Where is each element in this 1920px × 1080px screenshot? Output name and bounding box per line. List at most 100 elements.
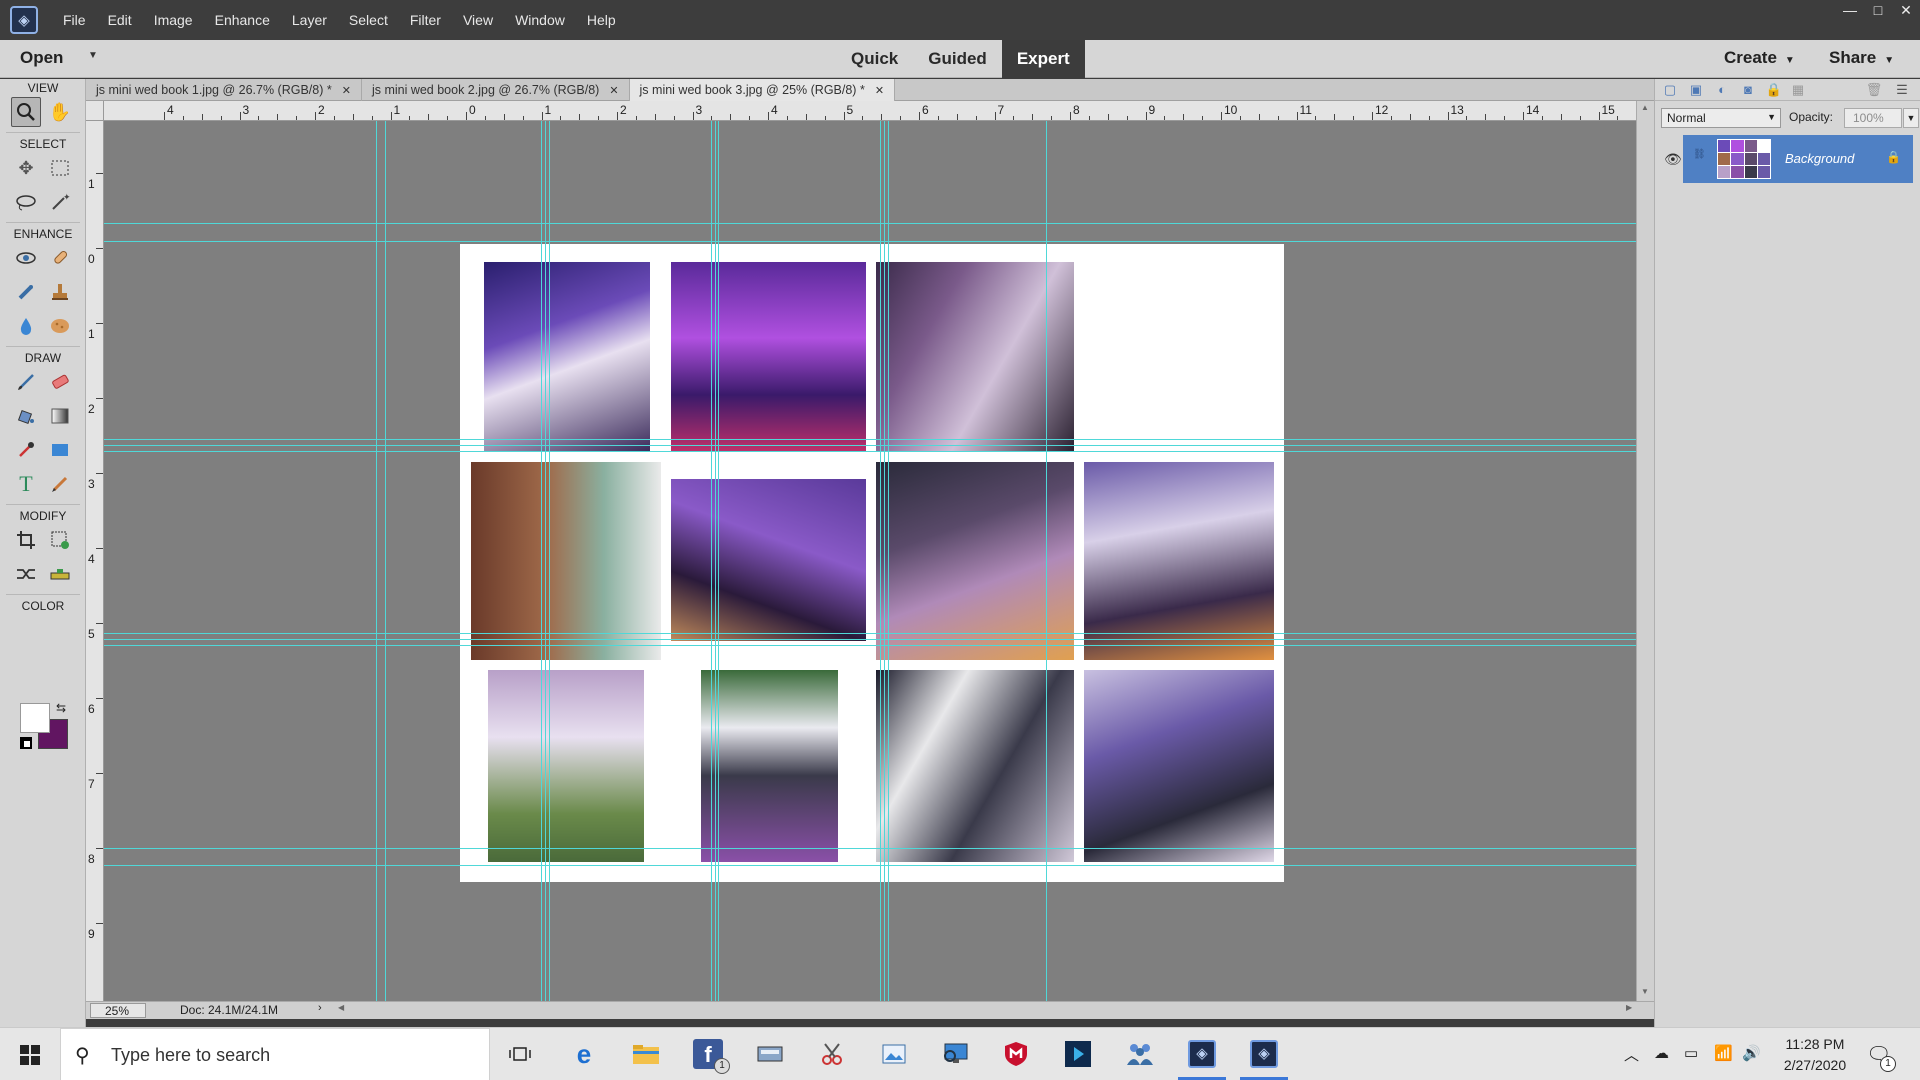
sponge-tool-icon[interactable] (45, 311, 75, 341)
crop-tool-icon[interactable] (11, 525, 41, 555)
photoshop-elements-taskbar-icon-2[interactable]: ◈ (1240, 1036, 1288, 1080)
layer-link-icon[interactable]: ⛓ (1693, 149, 1706, 160)
taskbar-search-input[interactable]: ⚲ Type here to search (60, 1028, 490, 1080)
vertical-guide[interactable] (884, 121, 885, 1001)
vertical-scrollbar[interactable]: ▲ ▼ (1636, 101, 1654, 1001)
mode-tab-expert[interactable]: Expert (1001, 40, 1085, 78)
menu-item-select[interactable]: Select (338, 12, 399, 28)
edge-browser-icon[interactable]: e (566, 1036, 602, 1072)
vertical-guide[interactable] (880, 121, 881, 1001)
opacity-dropdown-icon[interactable]: ▼ (1903, 108, 1919, 128)
vertical-guide[interactable] (545, 121, 546, 1001)
straighten-tool-icon[interactable] (45, 559, 75, 589)
layer-row-background[interactable]: ⛓ Background 🔒 (1683, 135, 1913, 183)
menu-item-file[interactable]: File (52, 12, 97, 28)
rectangle-shape-tool-icon[interactable] (45, 435, 75, 465)
panel-menu-icon[interactable]: ☰ (1893, 82, 1911, 98)
trash-icon[interactable]: 🗑 (1865, 82, 1883, 98)
content-aware-move-tool-icon[interactable] (11, 559, 41, 589)
vertical-guide[interactable] (711, 121, 712, 1001)
document-page[interactable] (460, 244, 1284, 882)
layer-visibility-eye-icon[interactable]: 👁 (1664, 151, 1682, 168)
horizontal-guide[interactable] (104, 451, 1636, 452)
horizontal-guide[interactable] (104, 633, 1636, 634)
new-layer-icon[interactable]: ▢ (1661, 82, 1679, 98)
swap-colors-icon[interactable]: ⇆ (56, 701, 66, 715)
file-explorer-icon[interactable] (628, 1036, 664, 1072)
horizontal-guide[interactable] (104, 445, 1636, 446)
blur-tool-icon[interactable] (11, 311, 41, 341)
close-tab-icon[interactable]: ✕ (342, 85, 351, 97)
eraser-tool-icon[interactable] (45, 367, 75, 397)
taskbar-clock[interactable]: 11:28 PM 2/27/2020 (1760, 1034, 1870, 1076)
volume-icon[interactable]: 🔊 (1742, 1044, 1761, 1062)
wifi-icon[interactable]: 📶 (1714, 1044, 1733, 1062)
lock-all-icon[interactable]: 🔒 (1765, 82, 1783, 98)
menu-item-layer[interactable]: Layer (281, 12, 338, 28)
show-hidden-icons-chevron-icon[interactable]: ︿ (1624, 1044, 1639, 1065)
close-tab-icon[interactable]: ✕ (875, 85, 884, 97)
menu-item-help[interactable]: Help (576, 12, 627, 28)
horizontal-guide[interactable] (104, 223, 1636, 224)
zoom-level-field[interactable]: 25% (90, 1003, 146, 1018)
photos-app-icon[interactable] (876, 1036, 912, 1072)
hand-tool-icon[interactable]: ✋ (45, 97, 75, 127)
horizontal-guide[interactable] (104, 639, 1636, 640)
vertical-ruler[interactable]: 1 0 1 2 3 4 5 6 7 8 9 (86, 121, 104, 1001)
scroll-up-icon[interactable]: ▲ (1641, 103, 1649, 112)
document-tab-3[interactable]: js mini wed book 3.jpg @ 25% (RGB/8) * ✕ (629, 79, 896, 101)
horizontal-guide[interactable] (104, 848, 1636, 849)
type-tool-icon[interactable]: T (11, 469, 41, 499)
menu-item-image[interactable]: Image (143, 12, 204, 28)
horizontal-guide[interactable] (104, 439, 1636, 440)
lasso-tool-icon[interactable] (11, 187, 41, 217)
zoom-tool-icon[interactable] (11, 97, 41, 127)
open-button[interactable]: Open (20, 48, 63, 68)
horizontal-guide[interactable] (104, 241, 1636, 242)
close-button[interactable]: ✕ (1892, 0, 1920, 20)
brush-tool-icon[interactable] (11, 367, 41, 397)
move-tool-icon[interactable]: ✥ (11, 153, 41, 183)
onedrive-cloud-icon[interactable]: ☁ (1654, 1044, 1669, 1062)
mode-tab-quick[interactable]: Quick (836, 40, 913, 78)
default-colors-icon[interactable] (20, 737, 32, 749)
horizontal-guide[interactable] (104, 645, 1636, 646)
layer-mask-icon[interactable]: ◙ (1739, 82, 1757, 98)
vertical-guide[interactable] (718, 121, 719, 1001)
facebook-app-icon[interactable]: f 1 (690, 1036, 730, 1074)
battery-icon[interactable]: ▭ (1684, 1044, 1698, 1062)
horizontal-guide[interactable] (104, 865, 1636, 866)
adjustment-layer-icon[interactable]: ◐ (1713, 82, 1731, 98)
scroll-left-icon[interactable]: ◀ (338, 1003, 344, 1012)
layer-lock-icon[interactable]: 🔒 (1886, 150, 1901, 164)
lock-transparency-icon[interactable]: ▦ (1789, 82, 1807, 98)
clone-stamp-tool-icon[interactable] (45, 277, 75, 307)
photoshop-elements-taskbar-icon-1[interactable]: ◈ (1178, 1036, 1226, 1080)
status-menu-arrow-icon[interactable]: › (318, 1002, 322, 1014)
recompose-tool-icon[interactable] (45, 525, 75, 555)
people-app-icon[interactable] (1122, 1036, 1158, 1072)
eyedropper-tool-icon[interactable] (11, 435, 41, 465)
create-button[interactable]: Create ▼ (1724, 48, 1795, 68)
mode-tab-guided[interactable]: Guided (913, 40, 1002, 78)
gradient-tool-icon[interactable] (45, 401, 75, 431)
scanner-app-icon[interactable] (752, 1036, 788, 1072)
opacity-input[interactable]: 100% (1844, 108, 1902, 128)
share-button[interactable]: Share ▼ (1829, 48, 1894, 68)
open-dropdown-caret-icon[interactable]: ▼ (88, 50, 98, 61)
blend-mode-select[interactable]: Normal ▼ (1661, 108, 1781, 128)
red-eye-tool-icon[interactable] (11, 243, 41, 273)
vertical-guide[interactable] (385, 121, 386, 1001)
menu-item-edit[interactable]: Edit (97, 12, 143, 28)
vertical-guide[interactable] (549, 121, 550, 1001)
vertical-guide[interactable] (541, 121, 542, 1001)
vertical-guide[interactable] (888, 121, 889, 1001)
menu-item-enhance[interactable]: Enhance (204, 12, 281, 28)
task-view-icon[interactable] (502, 1036, 538, 1072)
menu-item-window[interactable]: Window (504, 12, 576, 28)
pencil-tool-icon[interactable] (45, 469, 75, 499)
vertical-guide[interactable] (376, 121, 377, 1001)
vertical-guide[interactable] (715, 121, 716, 1001)
foreground-color-swatch[interactable] (20, 703, 50, 733)
scroll-down-icon[interactable]: ▼ (1641, 987, 1649, 996)
